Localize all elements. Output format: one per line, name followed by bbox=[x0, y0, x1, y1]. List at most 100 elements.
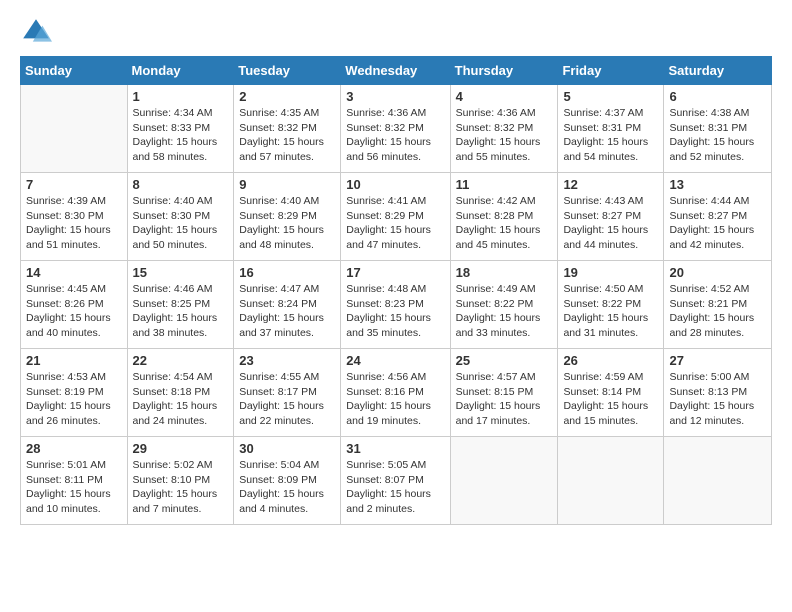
calendar-cell: 15 Sunrise: 4:46 AM Sunset: 8:25 PM Dayli… bbox=[127, 261, 234, 349]
day-number: 30 bbox=[239, 441, 335, 456]
calendar-cell: 12 Sunrise: 4:43 AM Sunset: 8:27 PM Dayli… bbox=[558, 173, 664, 261]
day-info: Sunrise: 4:37 AM Sunset: 8:31 PM Dayligh… bbox=[563, 106, 658, 165]
day-info: Sunrise: 4:40 AM Sunset: 8:29 PM Dayligh… bbox=[239, 194, 335, 253]
header-tuesday: Tuesday bbox=[234, 57, 341, 85]
day-number: 8 bbox=[133, 177, 229, 192]
header-monday: Monday bbox=[127, 57, 234, 85]
page: SundayMondayTuesdayWednesdayThursdayFrid… bbox=[0, 0, 792, 545]
calendar-cell: 26Sunrise: 4:59 AM Sunset: 8:14 PM Dayli… bbox=[558, 349, 664, 437]
calendar-cell: 19Sunrise: 4:50 AM Sunset: 8:22 PM Dayli… bbox=[558, 261, 664, 349]
day-number: 28 bbox=[26, 441, 122, 456]
day-number: 10 bbox=[346, 177, 444, 192]
calendar-body: 1Sunrise: 4:34 AM Sunset: 8:33 PM Daylig… bbox=[21, 85, 772, 525]
calendar-cell: 21 Sunrise: 4:53 AM Sunset: 8:19 PM Dayli… bbox=[21, 349, 128, 437]
day-number: 25 bbox=[456, 353, 553, 368]
calendar-cell: 11 Sunrise: 4:42 AM Sunset: 8:28 PM Dayli… bbox=[450, 173, 558, 261]
day-info: Sunrise: 4:46 AM Sunset: 8:25 PM Dayligh… bbox=[133, 282, 229, 341]
day-info: Sunrise: 4:36 AM Sunset: 8:32 PM Dayligh… bbox=[456, 106, 553, 165]
calendar-cell: 10 Sunrise: 4:41 AM Sunset: 8:29 PM Dayli… bbox=[341, 173, 450, 261]
calendar-cell: 27Sunrise: 5:00 AM Sunset: 8:13 PM Dayli… bbox=[664, 349, 772, 437]
day-number: 20 bbox=[669, 265, 766, 280]
day-number: 26 bbox=[563, 353, 658, 368]
day-info: Sunrise: 5:05 AM Sunset: 8:07 PM Dayligh… bbox=[346, 458, 444, 517]
calendar-cell: 7 Sunrise: 4:39 AM Sunset: 8:30 PM Daylig… bbox=[21, 173, 128, 261]
header-friday: Friday bbox=[558, 57, 664, 85]
day-number: 19 bbox=[563, 265, 658, 280]
calendar-cell bbox=[664, 437, 772, 525]
day-info: Sunrise: 4:55 AM Sunset: 8:17 PM Dayligh… bbox=[239, 370, 335, 429]
day-number: 6 bbox=[669, 89, 766, 104]
calendar: SundayMondayTuesdayWednesdayThursdayFrid… bbox=[20, 56, 772, 525]
calendar-cell: 17 Sunrise: 4:48 AM Sunset: 8:23 PM Dayli… bbox=[341, 261, 450, 349]
day-number: 1 bbox=[133, 89, 229, 104]
day-info: Sunrise: 4:52 AM Sunset: 8:21 PM Dayligh… bbox=[669, 282, 766, 341]
day-number: 22 bbox=[133, 353, 229, 368]
day-info: Sunrise: 4:43 AM Sunset: 8:27 PM Dayligh… bbox=[563, 194, 658, 253]
calendar-cell: 8 Sunrise: 4:40 AM Sunset: 8:30 PM Daylig… bbox=[127, 173, 234, 261]
header-sunday: Sunday bbox=[21, 57, 128, 85]
day-number: 11 bbox=[456, 177, 553, 192]
day-info: Sunrise: 5:02 AM Sunset: 8:10 PM Dayligh… bbox=[133, 458, 229, 517]
calendar-cell: 3Sunrise: 4:36 AM Sunset: 8:32 PM Daylig… bbox=[341, 85, 450, 173]
day-number: 17 bbox=[346, 265, 444, 280]
calendar-cell: 4 Sunrise: 4:36 AM Sunset: 8:32 PM Daylig… bbox=[450, 85, 558, 173]
calendar-cell: 30 Sunrise: 5:04 AM Sunset: 8:09 PM Dayli… bbox=[234, 437, 341, 525]
calendar-cell: 28 Sunrise: 5:01 AM Sunset: 8:11 PM Dayli… bbox=[21, 437, 128, 525]
day-number: 16 bbox=[239, 265, 335, 280]
day-number: 23 bbox=[239, 353, 335, 368]
calendar-cell: 31 Sunrise: 5:05 AM Sunset: 8:07 PM Dayli… bbox=[341, 437, 450, 525]
day-info: Sunrise: 4:39 AM Sunset: 8:30 PM Dayligh… bbox=[26, 194, 122, 253]
calendar-cell: 9 Sunrise: 4:40 AM Sunset: 8:29 PM Daylig… bbox=[234, 173, 341, 261]
day-number: 18 bbox=[456, 265, 553, 280]
logo bbox=[20, 16, 56, 48]
day-number: 21 bbox=[26, 353, 122, 368]
day-number: 27 bbox=[669, 353, 766, 368]
week-row-4: 21 Sunrise: 4:53 AM Sunset: 8:19 PM Dayli… bbox=[21, 349, 772, 437]
calendar-cell: 29 Sunrise: 5:02 AM Sunset: 8:10 PM Dayli… bbox=[127, 437, 234, 525]
day-number: 5 bbox=[563, 89, 658, 104]
day-number: 24 bbox=[346, 353, 444, 368]
day-number: 7 bbox=[26, 177, 122, 192]
header-thursday: Thursday bbox=[450, 57, 558, 85]
day-info: Sunrise: 4:49 AM Sunset: 8:22 PM Dayligh… bbox=[456, 282, 553, 341]
day-info: Sunrise: 4:53 AM Sunset: 8:19 PM Dayligh… bbox=[26, 370, 122, 429]
calendar-cell bbox=[21, 85, 128, 173]
day-info: Sunrise: 4:35 AM Sunset: 8:32 PM Dayligh… bbox=[239, 106, 335, 165]
calendar-cell: 5 Sunrise: 4:37 AM Sunset: 8:31 PM Daylig… bbox=[558, 85, 664, 173]
calendar-cell: 23 Sunrise: 4:55 AM Sunset: 8:17 PM Dayli… bbox=[234, 349, 341, 437]
day-number: 9 bbox=[239, 177, 335, 192]
day-info: Sunrise: 4:48 AM Sunset: 8:23 PM Dayligh… bbox=[346, 282, 444, 341]
calendar-cell: 1Sunrise: 4:34 AM Sunset: 8:33 PM Daylig… bbox=[127, 85, 234, 173]
calendar-cell: 16 Sunrise: 4:47 AM Sunset: 8:24 PM Dayli… bbox=[234, 261, 341, 349]
calendar-cell: 25Sunrise: 4:57 AM Sunset: 8:15 PM Dayli… bbox=[450, 349, 558, 437]
day-info: Sunrise: 4:54 AM Sunset: 8:18 PM Dayligh… bbox=[133, 370, 229, 429]
day-info: Sunrise: 4:47 AM Sunset: 8:24 PM Dayligh… bbox=[239, 282, 335, 341]
day-info: Sunrise: 4:40 AM Sunset: 8:30 PM Dayligh… bbox=[133, 194, 229, 253]
day-number: 12 bbox=[563, 177, 658, 192]
calendar-cell: 2Sunrise: 4:35 AM Sunset: 8:32 PM Daylig… bbox=[234, 85, 341, 173]
calendar-cell bbox=[450, 437, 558, 525]
calendar-header: SundayMondayTuesdayWednesdayThursdayFrid… bbox=[21, 57, 772, 85]
day-info: Sunrise: 5:04 AM Sunset: 8:09 PM Dayligh… bbox=[239, 458, 335, 517]
week-row-3: 14 Sunrise: 4:45 AM Sunset: 8:26 PM Dayli… bbox=[21, 261, 772, 349]
day-number: 31 bbox=[346, 441, 444, 456]
day-info: Sunrise: 4:44 AM Sunset: 8:27 PM Dayligh… bbox=[669, 194, 766, 253]
header-wednesday: Wednesday bbox=[341, 57, 450, 85]
calendar-cell: 24Sunrise: 4:56 AM Sunset: 8:16 PM Dayli… bbox=[341, 349, 450, 437]
day-number: 14 bbox=[26, 265, 122, 280]
calendar-cell: 18 Sunrise: 4:49 AM Sunset: 8:22 PM Dayli… bbox=[450, 261, 558, 349]
day-info: Sunrise: 4:42 AM Sunset: 8:28 PM Dayligh… bbox=[456, 194, 553, 253]
week-row-1: 1Sunrise: 4:34 AM Sunset: 8:33 PM Daylig… bbox=[21, 85, 772, 173]
day-info: Sunrise: 5:01 AM Sunset: 8:11 PM Dayligh… bbox=[26, 458, 122, 517]
week-row-5: 28 Sunrise: 5:01 AM Sunset: 8:11 PM Dayli… bbox=[21, 437, 772, 525]
calendar-cell bbox=[558, 437, 664, 525]
day-info: Sunrise: 4:41 AM Sunset: 8:29 PM Dayligh… bbox=[346, 194, 444, 253]
calendar-cell: 6 Sunrise: 4:38 AM Sunset: 8:31 PM Daylig… bbox=[664, 85, 772, 173]
logo-icon bbox=[20, 16, 52, 48]
day-number: 15 bbox=[133, 265, 229, 280]
calendar-cell: 20 Sunrise: 4:52 AM Sunset: 8:21 PM Dayli… bbox=[664, 261, 772, 349]
day-info: Sunrise: 4:38 AM Sunset: 8:31 PM Dayligh… bbox=[669, 106, 766, 165]
day-number: 29 bbox=[133, 441, 229, 456]
day-info: Sunrise: 4:45 AM Sunset: 8:26 PM Dayligh… bbox=[26, 282, 122, 341]
day-number: 4 bbox=[456, 89, 553, 104]
